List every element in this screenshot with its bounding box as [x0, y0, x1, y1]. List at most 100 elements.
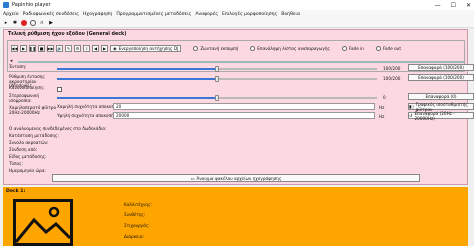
- filter-row: Χαμηλοπερατό φίλτρο 20Hz-20000Hz Χαμηλή …: [9, 102, 474, 121]
- window-title: Papinhio player: [12, 2, 51, 8]
- general-deck-title: Τελική ρύθμιση ήχου εξόδου (General deck…: [8, 32, 127, 37]
- edit-icon[interactable]: ✎: [65, 45, 72, 52]
- play-button[interactable]: ▶: [20, 45, 27, 52]
- radio-dot: [193, 46, 199, 51]
- reset-icon: ↺: [409, 113, 413, 118]
- pan-label: Στερεοφωνική ισορροπία:: [9, 93, 40, 103]
- stop-icon[interactable]: [30, 20, 36, 26]
- info-connection-from: Σύνδεση από:: [9, 147, 38, 152]
- info-broadcast-type: Είδος μετάδοσης:: [9, 154, 47, 159]
- run-icon[interactable]: ▸: [3, 20, 9, 26]
- radio-repeat-playlist[interactable]: Επανάληψη λίστας αναπαραγωγής: [250, 46, 330, 51]
- volume-row: Ένταση: 100/200 Επαναφορά (100/200): [9, 64, 474, 74]
- radio-repeat-label: Επανάληψη λίστας αναπαραγωγής: [257, 46, 330, 51]
- menu-bar: Αρχείο Ραδιοφωνικές συνδέσεις Ηχογράφηση…: [0, 10, 474, 19]
- filter-reset-button[interactable]: ↺ Επαναφορά (20Hz - 20000Hz): [408, 110, 474, 121]
- volume-value: 100/200: [383, 66, 401, 71]
- menu-reports[interactable]: Αναφορές: [195, 12, 218, 17]
- settings-icon[interactable]: ✱: [12, 20, 18, 26]
- volume-label: Ένταση:: [9, 64, 27, 69]
- slider-fill: [57, 97, 217, 99]
- volume-reset-button[interactable]: Επαναφορά (100/200): [408, 64, 474, 71]
- folder-icon: ▭: [190, 175, 195, 181]
- dj-reverb-label: Ενεργοποίηση αντήχησης DJ: [118, 46, 179, 51]
- info-listeners: Συνολο ακροατών:: [9, 140, 49, 145]
- dj-icon: ◉: [113, 46, 117, 51]
- info-type: Τύπος:: [9, 161, 23, 166]
- radio-live[interactable]: Ζωντανή εκπομπή: [193, 46, 238, 51]
- pan-value: 0: [383, 95, 386, 100]
- normalize-label: Κανονικοποίηση:: [9, 85, 45, 90]
- prev-track-button[interactable]: ◀: [92, 45, 99, 52]
- pause-button[interactable]: ❚❚: [29, 45, 36, 52]
- high-cutoff-label: Υψηλή συχνότητα αποκοπής:: [57, 113, 118, 118]
- menu-help[interactable]: Βοήθεια: [281, 12, 300, 17]
- low-cutoff-unit: Hz: [379, 105, 385, 110]
- minimize-button[interactable]: —: [435, 2, 441, 9]
- close-button[interactable]: ✕: [466, 2, 471, 9]
- slider-knob[interactable]: [215, 95, 219, 101]
- pan-reset-button[interactable]: Επαναφορά (0): [408, 93, 474, 100]
- toolbar: ▸ ✱ ∩ ▶: [0, 19, 474, 28]
- open-recordings-folder-button[interactable]: ▭ Άνοιγμα φακέλου αρχείων ηχογράφησης: [52, 174, 420, 182]
- low-cutoff-label: Χαμηλή συχνότητα αποκοπής:: [57, 104, 121, 109]
- deck1-artist: Καλλιτέχνης:: [124, 202, 152, 207]
- menu-scheduled[interactable]: Προγραμματισμένες μεταδόσεις: [116, 12, 191, 17]
- normalize-checkbox[interactable]: [57, 87, 62, 92]
- deck1-lyricist: Στιχουργός:: [124, 223, 150, 228]
- pan-slider[interactable]: [57, 95, 377, 101]
- slider-fill: [57, 68, 217, 70]
- menu-file[interactable]: Αρχείο: [3, 12, 19, 17]
- audience-volume-row: Ρύθμιση έντασης ακροατηρίου (Windows): 1…: [9, 74, 474, 88]
- menu-recording[interactable]: Ηχογράφηση: [83, 12, 112, 17]
- slider-knob[interactable]: [215, 66, 219, 72]
- download-icon[interactable]: ⇩: [83, 45, 90, 52]
- fast-forward-button[interactable]: ▶▶: [47, 45, 54, 52]
- deck1-title: Deck 1:: [6, 189, 26, 194]
- menu-format-options[interactable]: Επιλογές μορφοποίησης: [222, 12, 277, 17]
- play-icon[interactable]: ▶: [48, 20, 54, 26]
- radio-fade-out-label: Fade out: [382, 46, 401, 51]
- graphic-eq-button[interactable]: ▮▯ Γραφικός ισοσταθμιστής φίλτρου: [408, 102, 474, 112]
- headphones-icon[interactable]: ∩: [39, 20, 45, 26]
- radio-fade-in[interactable]: Fade in: [341, 46, 364, 51]
- radio-dot: [341, 46, 347, 51]
- next-track-button[interactable]: ▶: [101, 45, 108, 52]
- audience-volume-slider[interactable]: [57, 76, 377, 82]
- app-icon: [3, 2, 9, 8]
- radio-fade-out[interactable]: Fade out: [375, 46, 401, 51]
- pan-row: Στερεοφωνική ισορροπία: 0 Επαναφορά (0): [9, 93, 474, 103]
- progress-track[interactable]: [18, 61, 464, 63]
- audience-volume-reset-button[interactable]: Επαναφορά (100/200): [408, 74, 474, 81]
- dj-reverb-button[interactable]: ◉ Ενεργοποίηση αντήχησης DJ: [110, 45, 182, 52]
- title-bar: Papinhio player — ☐ ✕: [0, 0, 474, 10]
- gear-icon[interactable]: ⚙: [74, 45, 81, 52]
- filter-label: Χαμηλοπερατό φίλτρο 20Hz-20000Hz: [9, 105, 57, 115]
- info-connected: Ο αναλυομενος συνδεδεμένος στο δωδεκάδιο…: [9, 126, 107, 131]
- stop-button[interactable]: ■: [38, 45, 45, 52]
- info-datetime: Ημερομηνία ώρα:: [9, 168, 46, 173]
- volume-slider[interactable]: [57, 66, 377, 72]
- radio-live-label: Ζωντανή εκπομπή: [200, 46, 239, 51]
- general-deck-panel: Τελική ρύθμιση ήχου εξόδου (General deck…: [3, 29, 474, 185]
- menu-radio-connections[interactable]: Ραδιοφωνικές συνδέσεις: [23, 12, 79, 17]
- audience-volume-value: 100/200: [383, 76, 401, 81]
- deck1-composer: Συνθέτης:: [124, 212, 146, 217]
- info-broadcast-status: Κατάσταση μετάδοσης:: [9, 133, 59, 138]
- radio-dot: [375, 46, 381, 51]
- low-cutoff-input[interactable]: 20: [113, 103, 375, 110]
- slider-knob[interactable]: [215, 76, 219, 82]
- filter-reset-label: Επαναφορά (20Hz - 20000Hz): [414, 110, 455, 121]
- maximize-button[interactable]: ☐: [451, 2, 456, 9]
- rewind-button[interactable]: ◀◀: [11, 45, 18, 52]
- deck1-duration: Διάρκεια:: [124, 234, 145, 239]
- volume-icon[interactable]: 🔊: [56, 45, 63, 52]
- radio-dot: [250, 46, 256, 51]
- album-art-placeholder: [13, 199, 73, 246]
- record-icon[interactable]: [21, 20, 27, 26]
- slider-fill: [57, 78, 217, 80]
- high-cutoff-unit: Hz: [379, 114, 385, 119]
- open-recordings-label: Άνοιγμα φακέλου αρχείων ηχογράφησης: [196, 175, 282, 181]
- high-cutoff-input[interactable]: 20000: [113, 112, 375, 119]
- radio-fade-in-label: Fade in: [348, 46, 364, 51]
